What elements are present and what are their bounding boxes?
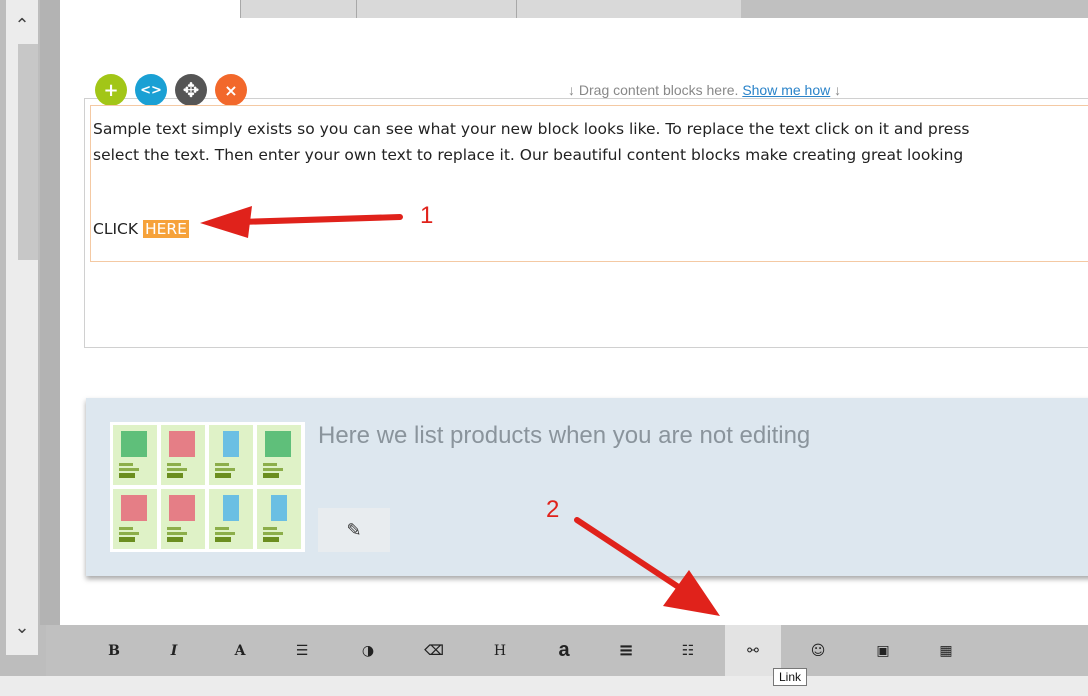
code-view-button[interactable]: <> [135,74,167,106]
move-block-button[interactable]: ✥ [175,74,207,106]
product-card [209,425,253,485]
formatting-toolbar: B I A ☰ ◑ ⌫ H a ≡ ☷ ⚯ ☺ ▣ ▦ [60,625,1088,676]
drag-hint: ↓ Drag content blocks here. Show me how … [568,82,841,98]
list-button[interactable]: ☷ [660,625,716,676]
product-card [161,425,205,485]
contrast-button[interactable]: ◑ [340,625,396,676]
scroll-up-icon[interactable]: ⌃ [14,17,30,35]
bold-button[interactable]: B [86,625,142,676]
product-grid-preview [110,422,305,552]
delete-block-button[interactable]: × [215,74,247,106]
heading-button[interactable]: H [472,625,528,676]
product-card [113,489,157,549]
pencil-icon: ✎ [346,519,362,541]
italic-button[interactable]: I [146,625,202,676]
text-block[interactable]: Sample text simply exists so you can see… [90,105,1088,262]
edit-products-button[interactable]: ✎ [318,508,390,552]
selected-here-text[interactable]: HERE [142,220,189,238]
product-card [161,489,205,549]
table-button[interactable]: ▦ [918,625,974,676]
tab-active[interactable] [60,0,240,18]
product-card [257,489,301,549]
click-label: CLICK [93,220,139,238]
show-me-how-link[interactable]: Show me how [742,82,830,98]
block-controls: + <> ✥ × [95,74,247,106]
image-button[interactable]: ▣ [855,625,911,676]
tab-3[interactable] [356,0,517,18]
paragraph-2[interactable]: select the text. Then enter your own tex… [93,142,963,168]
eraser-button[interactable]: ⌫ [406,625,462,676]
editor-canvas: + <> ✥ × ↓ Drag content blocks here. Sho… [60,18,1088,625]
link-tooltip: Link [773,668,808,686]
product-card [257,425,301,485]
tab-4[interactable] [516,0,741,18]
annotation-number-2: 2 [546,496,560,523]
align-button[interactable]: ≡ [598,625,654,676]
tab-2[interactable] [240,0,357,18]
down-arrow-icon: ↓ [568,82,575,98]
add-block-button[interactable]: + [95,74,127,106]
product-placeholder-text: Here we list products when you are not e… [318,422,811,449]
editor-left-border [40,0,60,625]
annotation-arrow-1 [200,206,403,238]
annotation-arrow-2 [574,517,720,616]
status-bar [0,676,1088,696]
drag-hint-text: Drag content blocks here. [578,82,739,98]
text-style-button[interactable]: a [536,625,592,676]
down-arrow-icon: ↓ [834,82,842,98]
scrollbar-thumb[interactable] [18,44,38,260]
product-card [113,425,157,485]
tab-strip [60,0,1088,18]
font-button[interactable]: A [212,625,268,676]
paragraph-1[interactable]: Sample text simply exists so you can see… [93,116,969,142]
annotation-number-1: 1 [420,202,434,229]
scroll-down-icon[interactable]: ⌄ [14,619,30,637]
click-here-line[interactable]: CLICK HERE [93,220,189,238]
paragraph-settings-button[interactable]: ☰ [274,625,330,676]
product-card [209,489,253,549]
